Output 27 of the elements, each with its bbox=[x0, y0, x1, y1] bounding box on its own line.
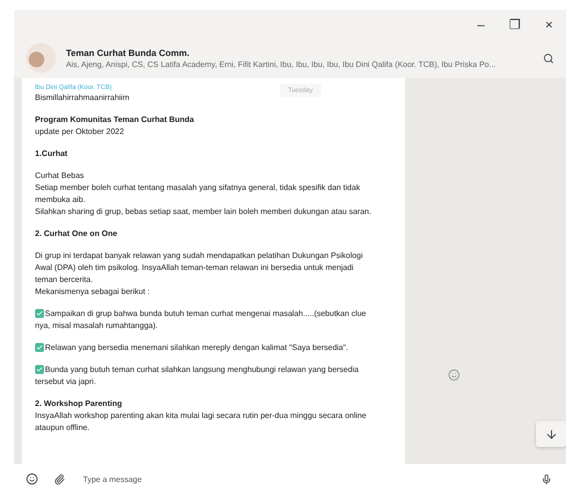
window-control[interactable]: × bbox=[532, 10, 566, 38]
window-control[interactable]: – bbox=[464, 10, 498, 38]
message-text: Bismillahirrahmaanirrahiim bbox=[35, 92, 130, 104]
attach-icon[interactable] bbox=[54, 474, 65, 484]
message-text: Bunda yang butuh teman curhat silahkan langsung menghubungi relawan yang bersedia tersebut via japri. bbox=[35, 364, 360, 388]
scroll-down-button[interactable] bbox=[536, 421, 566, 447]
check-icon bbox=[35, 309, 44, 318]
message-text: InsyaAllah workshop parenting akan kita mulai lagi secara rutin per-dua minggu secara online ataupun offline. bbox=[35, 410, 368, 434]
section-heading: Program Komunitas Teman Curhat Bunda bbox=[35, 114, 195, 126]
message-input[interactable]: Type a message bbox=[81, 474, 525, 484]
chat-title: Teman Curhat Bunda Comm. bbox=[66, 48, 190, 58]
message-text: Sampaikan di grup bahwa bunda butuh teman curhat mengenai masalah.....(sebutkan clue nya, misal masalah rumahtangga). bbox=[35, 308, 368, 332]
message-text: Curhat Bebas Setiap member boleh curhat tentang masalah yang sifatnya general, tidak spesifik dan tidak membuka aib. Silahkan sharing di grup, bebas setiap saat, member lain boleh memberi dukungan atau saran. bbox=[35, 170, 372, 218]
check-icon bbox=[35, 343, 44, 352]
emoji-icon[interactable] bbox=[26, 473, 38, 485]
microphone-icon[interactable] bbox=[541, 474, 552, 484]
message-text: Di grup ini terdapat banyak relawan yang sudah mendapatkan pelatihan Dukungan Psikologi Awal (DPA) oleh tim psikolog. InsyaAllah teman-teman relawan ini bersedia untuk menjadi teman bercerita. Mekanismenya sebagai berikut : bbox=[35, 250, 364, 298]
message-text: Relawan yang bersedia menemani silahkan mereply dengan kalimat "Saya bersedia". bbox=[35, 342, 377, 354]
arrow-down-icon bbox=[544, 428, 558, 440]
section-heading: 1.Curhat bbox=[35, 148, 68, 160]
section-heading: 2. Curhat One on One bbox=[35, 228, 118, 240]
search-icon[interactable] bbox=[543, 52, 554, 64]
message-text: update per Oktober 2022 bbox=[35, 126, 125, 138]
member-list: Ais, Ajeng, Anispi, CS, CS Latifa Academy, Erni, Fifit Kartini, Ibu, Ibu, Ibu, Ibu, Ibu Dini Qalifa (Koor. TCB), Ibu Priska Po... bbox=[66, 60, 533, 68]
check-icon bbox=[35, 365, 44, 374]
section-heading: 2. Workshop Parenting bbox=[35, 398, 123, 410]
window-control[interactable]: ❐ bbox=[498, 10, 532, 38]
